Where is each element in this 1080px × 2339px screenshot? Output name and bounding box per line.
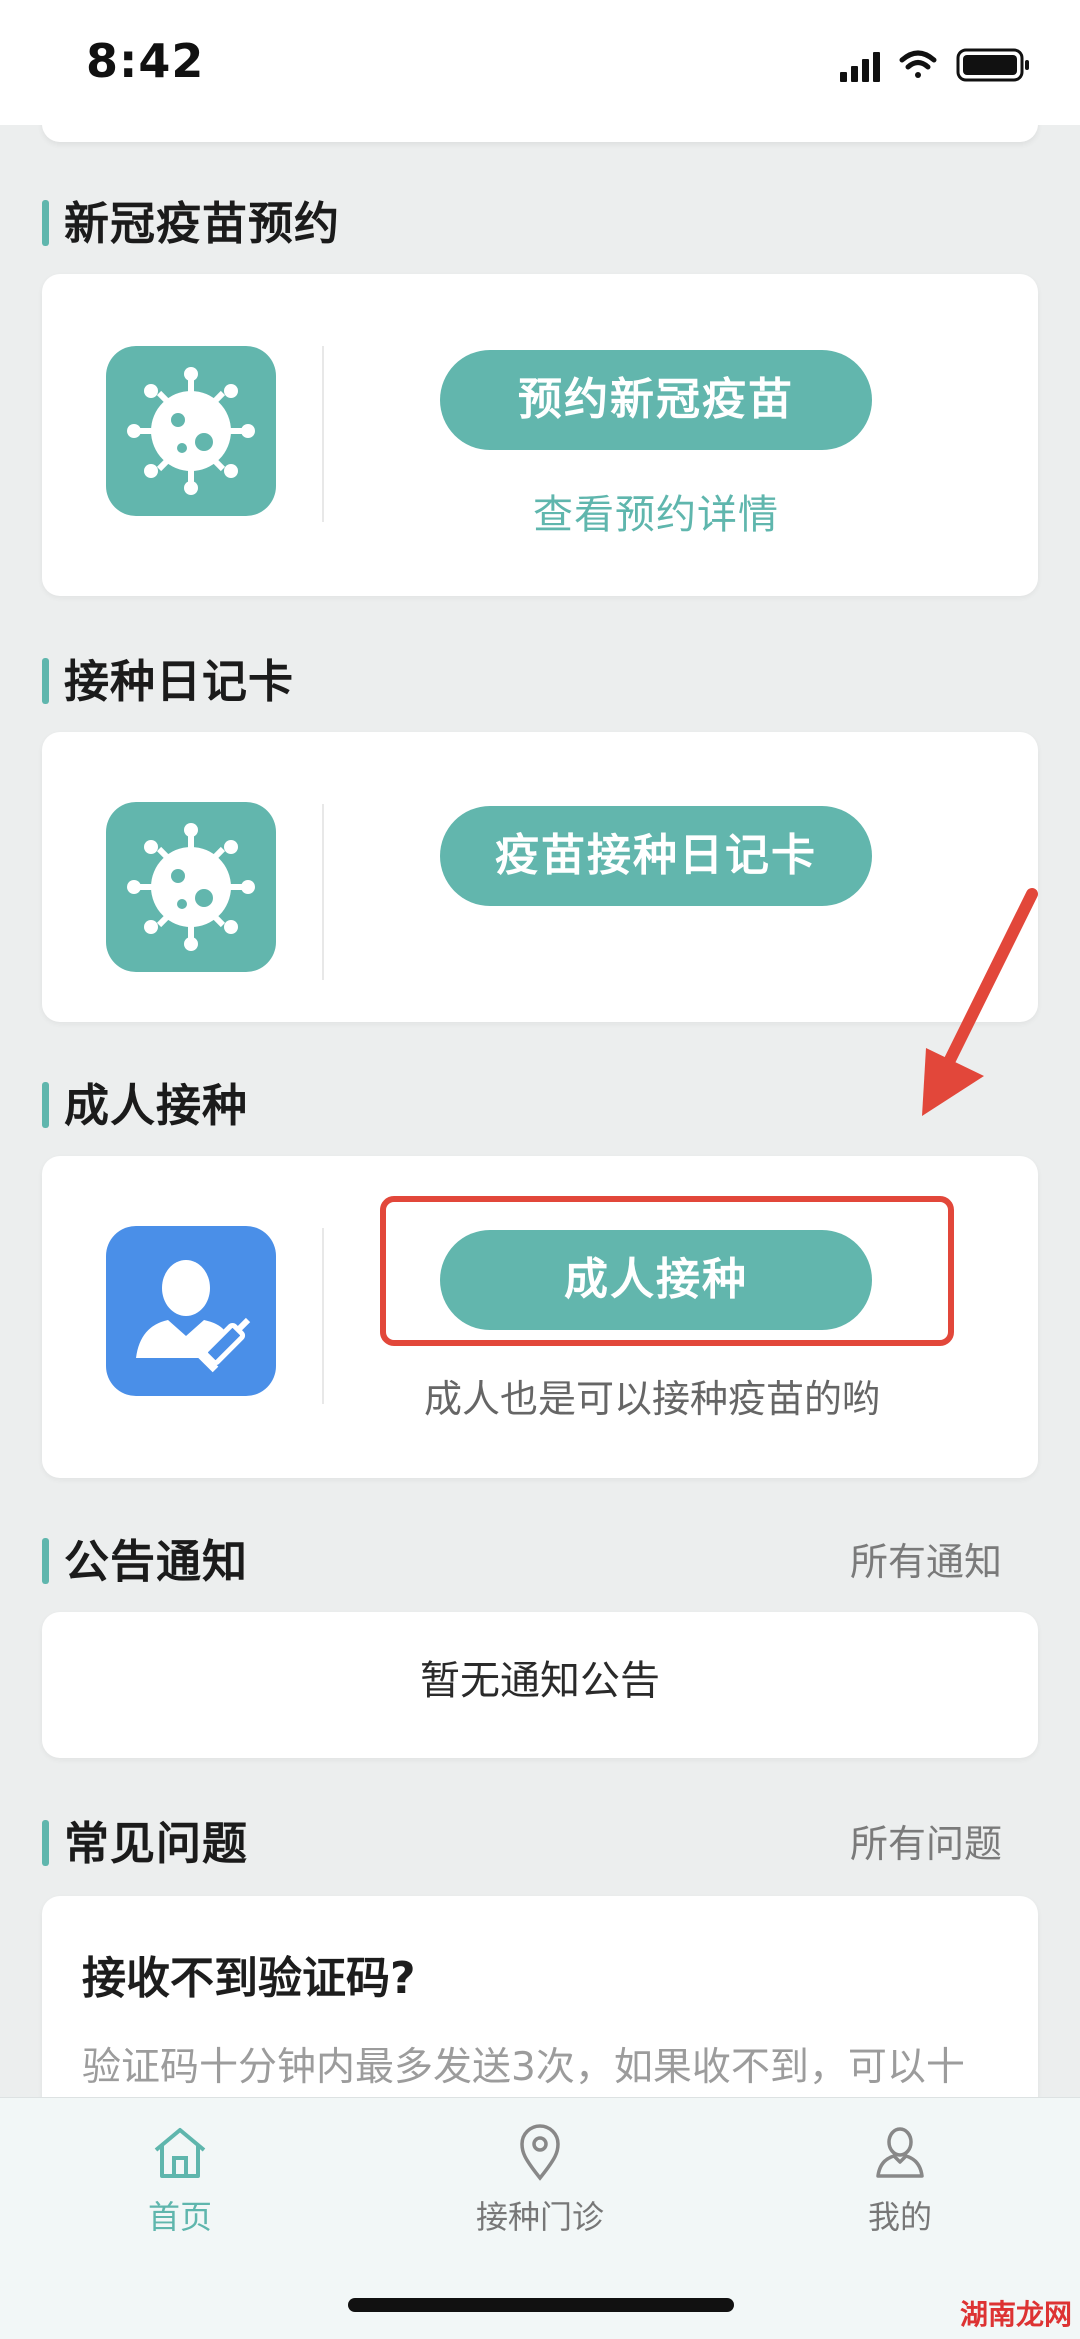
view-booking-details-link[interactable]: 查看预约详情 [440,482,872,540]
section-diary-header: 接种日记卡 [42,652,1038,712]
virus-icon [106,346,276,516]
covid-booking-card: 预约新冠疫苗 查看预约详情 [42,274,1038,596]
location-pin-icon [520,2124,560,2181]
faq-answer: 验证码十分钟内最多发送3次，如果收不到，可以十 [82,2045,965,2090]
tab-label: 接种门诊 [475,2198,604,2236]
section-accent-bar [42,1820,49,1866]
tab-label: 我的 [867,2198,932,2236]
card-divider [322,1228,324,1404]
home-icon [154,2128,206,2178]
status-bar: 8:42 [0,0,1080,125]
section-accent-bar [42,1538,49,1584]
wifi-icon [899,50,937,78]
signal-icon [840,52,880,82]
diary-card: 疫苗接种日记卡 [42,732,1038,1022]
section-adult-header: 成人接种 [42,1076,1038,1136]
notices-card: 暂无通知公告 [42,1612,1038,1758]
status-icons [840,48,1029,82]
section-covid-booking-header: 新冠疫苗预约 [42,194,1038,254]
section-title: 接种日记卡 [64,655,295,708]
card-divider [322,346,324,522]
faq-question: 接收不到验证码? [82,1953,416,2004]
card-divider [322,804,324,980]
tab-label: 首页 [147,2198,212,2236]
adult-vaccination-subtitle: 成人也是可以接种疫苗的哟 [423,1377,880,1421]
book-covid-vaccine-button[interactable]: 预约新冠疫苗 [440,350,872,450]
tab-clinics[interactable]: 接种门诊 [410,2122,670,2252]
user-icon [876,2127,924,2178]
virus-icon [106,802,276,972]
home-indicator[interactable] [348,2298,734,2312]
all-notices-link[interactable]: 所有通知 [850,1532,1002,1592]
section-accent-bar [42,658,49,704]
section-title: 成人接种 [64,1079,249,1132]
section-title: 公告通知 [64,1535,249,1588]
section-title: 常见问题 [64,1817,249,1870]
section-title: 新冠疫苗预约 [64,197,341,250]
section-accent-bar [42,1082,49,1128]
section-notices-header: 公告通知 所有通知 [42,1532,1038,1592]
all-questions-link[interactable]: 所有问题 [850,1814,1002,1874]
watermark-logo: 湖南龙网 [959,2298,1072,2331]
status-time: 8:42 [86,34,205,88]
tab-mine[interactable]: 我的 [770,2122,1030,2252]
section-faq-header: 常见问题 所有问题 [42,1814,1038,1874]
adult-vaccination-icon [106,1226,276,1396]
highlight-annotation-box [380,1196,954,1346]
vaccination-diary-button[interactable]: 疫苗接种日记卡 [440,806,872,906]
red-arrow-annotation [922,888,1038,1116]
no-notices-text: 暂无通知公告 [420,1658,660,1704]
section-accent-bar [42,200,49,246]
battery-icon [956,48,1029,82]
tab-home[interactable]: 首页 [50,2122,310,2252]
